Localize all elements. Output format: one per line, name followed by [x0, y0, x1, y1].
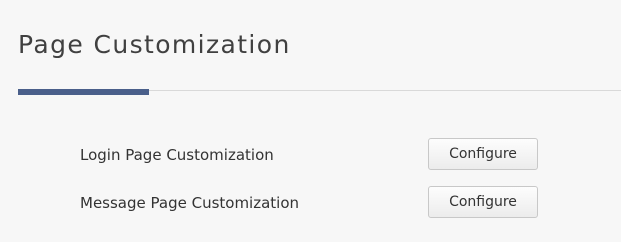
login-page-customization-row: Login Page Customization Configure [0, 138, 621, 172]
page-customization-panel: Page Customization Login Page Customizat… [0, 0, 621, 242]
page-title: Page Customization [18, 30, 291, 59]
login-page-configure-button[interactable]: Configure [428, 138, 538, 170]
customization-list: Login Page Customization Configure Messa… [0, 96, 621, 242]
title-accent-bar [18, 89, 149, 95]
message-page-configure-button[interactable]: Configure [428, 186, 538, 218]
message-page-customization-row: Message Page Customization Configure [0, 186, 621, 220]
login-page-customization-label: Login Page Customization [80, 146, 274, 164]
message-page-customization-label: Message Page Customization [80, 194, 300, 212]
